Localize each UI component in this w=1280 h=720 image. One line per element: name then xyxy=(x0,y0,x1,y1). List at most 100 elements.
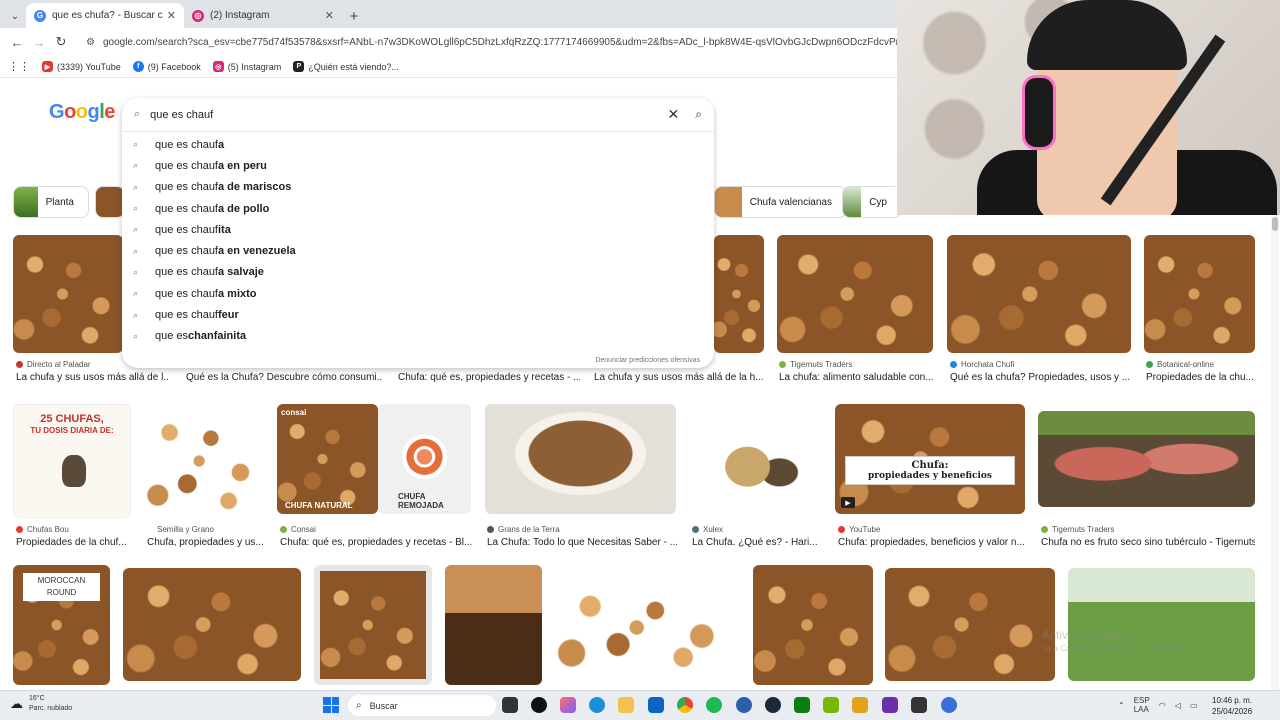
site-info-icon[interactable]: ⚙ xyxy=(86,37,95,48)
reload-icon[interactable]: ↻ xyxy=(50,31,72,53)
close-tab-icon[interactable]: ✕ xyxy=(325,9,334,22)
result-source[interactable]: Consai xyxy=(280,525,316,534)
result-image[interactable] xyxy=(314,565,432,685)
result-caption[interactable]: Chufa, propiedades y us... xyxy=(147,537,265,548)
result-source[interactable]: Xulex xyxy=(692,525,723,534)
result-caption[interactable]: Propiedades de la chu... xyxy=(1146,372,1256,383)
clock[interactable]: 10:46 p. m. 25/04/2026 xyxy=(1212,695,1252,717)
result-caption[interactable]: La Chufa: Todo lo que Necesitas Saber - … xyxy=(487,537,677,548)
result-image[interactable]: consai CHUFA NATURAL xyxy=(277,404,378,514)
suggestion-item[interactable]: ⌕ que es chauf a salvaje xyxy=(122,262,714,283)
result-image[interactable] xyxy=(445,565,542,685)
nvidia-icon[interactable] xyxy=(823,697,839,713)
result-image[interactable] xyxy=(146,404,264,518)
result-source[interactable]: Botanical-online xyxy=(1146,360,1214,369)
result-source[interactable]: Directo al Paladar xyxy=(16,360,91,369)
battery-icon[interactable]: ▭ xyxy=(1190,701,1198,710)
result-image[interactable] xyxy=(885,568,1055,681)
language-indicator[interactable]: ESP LAA xyxy=(1134,696,1150,714)
search-box[interactable]: ⌕ que es chauf ✕ ⌕ xyxy=(122,98,714,132)
result-caption[interactable]: La chufa y sus usos más allá de l... xyxy=(16,372,168,383)
bookmark-instagram[interactable]: ◎ (5) Instagram xyxy=(212,61,281,72)
google-logo[interactable]: Google xyxy=(49,101,115,124)
result-source[interactable]: Tigernuts Traders xyxy=(779,360,852,369)
chip-cyperus[interactable]: Cyp xyxy=(842,186,902,218)
forward-icon[interactable]: → xyxy=(28,31,50,53)
edge-icon[interactable] xyxy=(589,697,605,713)
new-tab-button[interactable]: + xyxy=(342,4,366,28)
report-predictions-link[interactable]: Denunciar predicciones ofensivas xyxy=(595,357,700,364)
wifi-icon[interactable]: ◠ xyxy=(1159,701,1166,710)
search-submit-icon[interactable]: ⌕ xyxy=(695,107,702,122)
volume-icon[interactable]: ◁ xyxy=(1175,701,1181,710)
suggestion-item[interactable]: ⌕ que es chauf a en peru xyxy=(122,155,714,176)
result-image[interactable] xyxy=(753,565,873,685)
result-image[interactable] xyxy=(1038,411,1255,507)
suggestion-item[interactable]: ⌕ que es chauf ita xyxy=(122,219,714,240)
tiktok-icon[interactable] xyxy=(531,697,547,713)
result-image[interactable] xyxy=(714,235,764,353)
result-image[interactable]: CHUFA REMOJADA xyxy=(378,404,471,514)
result-caption[interactable]: La chufa: alimento saludable con... xyxy=(779,372,935,383)
result-caption[interactable]: Chufa: qué es, propiedades y recetas - .… xyxy=(398,372,580,383)
result-source[interactable]: Semilla y Grano xyxy=(157,525,214,534)
suggestion-item[interactable]: ⌕ que es chauf a de pollo xyxy=(122,198,714,219)
suggestion-item[interactable]: ⌕ que es chauf a mixto xyxy=(122,283,714,304)
xbox-icon[interactable] xyxy=(794,697,810,713)
result-image[interactable] xyxy=(123,568,301,681)
app-icon[interactable] xyxy=(882,697,898,713)
result-caption[interactable]: Qué es la chufa? Propiedades, usos y ... xyxy=(950,372,1134,383)
result-caption[interactable]: Chufa: qué es, propiedades y recetas - B… xyxy=(280,537,472,548)
bookmark-youtube[interactable]: ▶ (3339) YouTube xyxy=(42,61,121,72)
windows-start-icon[interactable] xyxy=(323,697,339,713)
result-image[interactable] xyxy=(13,235,123,353)
result-image[interactable] xyxy=(690,404,818,518)
bookmark-prime[interactable]: P ¿Quién está viendo?... xyxy=(293,61,399,72)
close-tab-icon[interactable]: ✕ xyxy=(167,9,176,22)
suggestion-item[interactable]: ⌕ que es chauf a de mariscos xyxy=(122,177,714,198)
result-image[interactable]: MOROCCAN ROUND xyxy=(13,565,110,685)
suggestion-item[interactable]: ⌕ que es chauf a en venezuela xyxy=(122,240,714,261)
result-source[interactable]: YouTube xyxy=(838,525,880,534)
bookmark-facebook[interactable]: f (9) Facebook xyxy=(132,61,201,72)
chip-thumbnail-only[interactable] xyxy=(95,186,125,218)
search-input[interactable]: que es chauf xyxy=(150,109,667,121)
file-explorer-icon[interactable] xyxy=(618,697,634,713)
result-caption[interactable]: Propiedades de la chuf... xyxy=(16,537,132,548)
result-source[interactable]: Chufas Bou xyxy=(16,525,69,534)
suggestion-item[interactable]: ⌕ que es chauf a xyxy=(122,134,714,155)
result-source[interactable]: Horchata Chufi xyxy=(950,360,1014,369)
chip-chufa-valencianas[interactable]: Chufa valencianas xyxy=(714,186,847,218)
suggestion-item[interactable]: ⌕ que es chanfainita xyxy=(122,326,714,347)
app-icon[interactable] xyxy=(852,697,868,713)
back-icon[interactable]: ← xyxy=(6,31,28,53)
task-view-icon[interactable] xyxy=(502,697,518,713)
result-image[interactable]: 25 CHUFAS, TU DOSIS DIARIA DE: xyxy=(13,404,131,518)
tab-instagram[interactable]: ◎ (2) Instagram ✕ xyxy=(184,3,342,28)
epic-games-icon[interactable] xyxy=(911,697,927,713)
spotify-icon[interactable] xyxy=(706,697,722,713)
chip-planta[interactable]: Planta xyxy=(13,186,89,218)
result-image[interactable] xyxy=(777,235,933,353)
result-caption[interactable]: Qué es la Chufa? Descubre cómo consumi..… xyxy=(186,372,382,383)
page-scrollbar[interactable] xyxy=(1271,215,1279,690)
weather-widget[interactable]: ☁ 16°C Parc. nublado xyxy=(10,694,72,714)
result-caption[interactable]: La Chufa. ¿Qué es? - Hari... xyxy=(692,537,820,548)
result-caption[interactable]: Chufa no es fruto seco sino tubérculo - … xyxy=(1041,537,1255,548)
store-icon[interactable] xyxy=(648,697,664,713)
tray-chevron-icon[interactable]: ⌃ xyxy=(1118,701,1125,710)
clear-search-icon[interactable]: ✕ xyxy=(668,106,680,123)
app-icon[interactable] xyxy=(736,697,752,713)
scrollbar-thumb[interactable] xyxy=(1272,217,1278,231)
result-image[interactable] xyxy=(1144,235,1255,353)
result-source[interactable]: Grans de la Terra xyxy=(487,525,560,534)
tab-search-icon[interactable]: ⌄ xyxy=(4,4,26,28)
result-caption[interactable]: La chufa y sus usos más allá de la h... xyxy=(594,372,764,383)
tab-google-search[interactable]: G que es chufa? - Buscar con Goo ✕ xyxy=(26,3,184,28)
suggestion-item[interactable]: ⌕ que es chauf feur xyxy=(122,304,714,325)
result-source[interactable]: Tigernuts Traders xyxy=(1041,525,1114,534)
copilot-icon[interactable] xyxy=(560,697,576,713)
apps-icon[interactable]: ⋮⋮ xyxy=(8,60,30,73)
result-video-thumbnail[interactable]: Chufa: propiedades y beneficios ▶ xyxy=(835,404,1025,514)
result-image[interactable] xyxy=(947,235,1131,353)
